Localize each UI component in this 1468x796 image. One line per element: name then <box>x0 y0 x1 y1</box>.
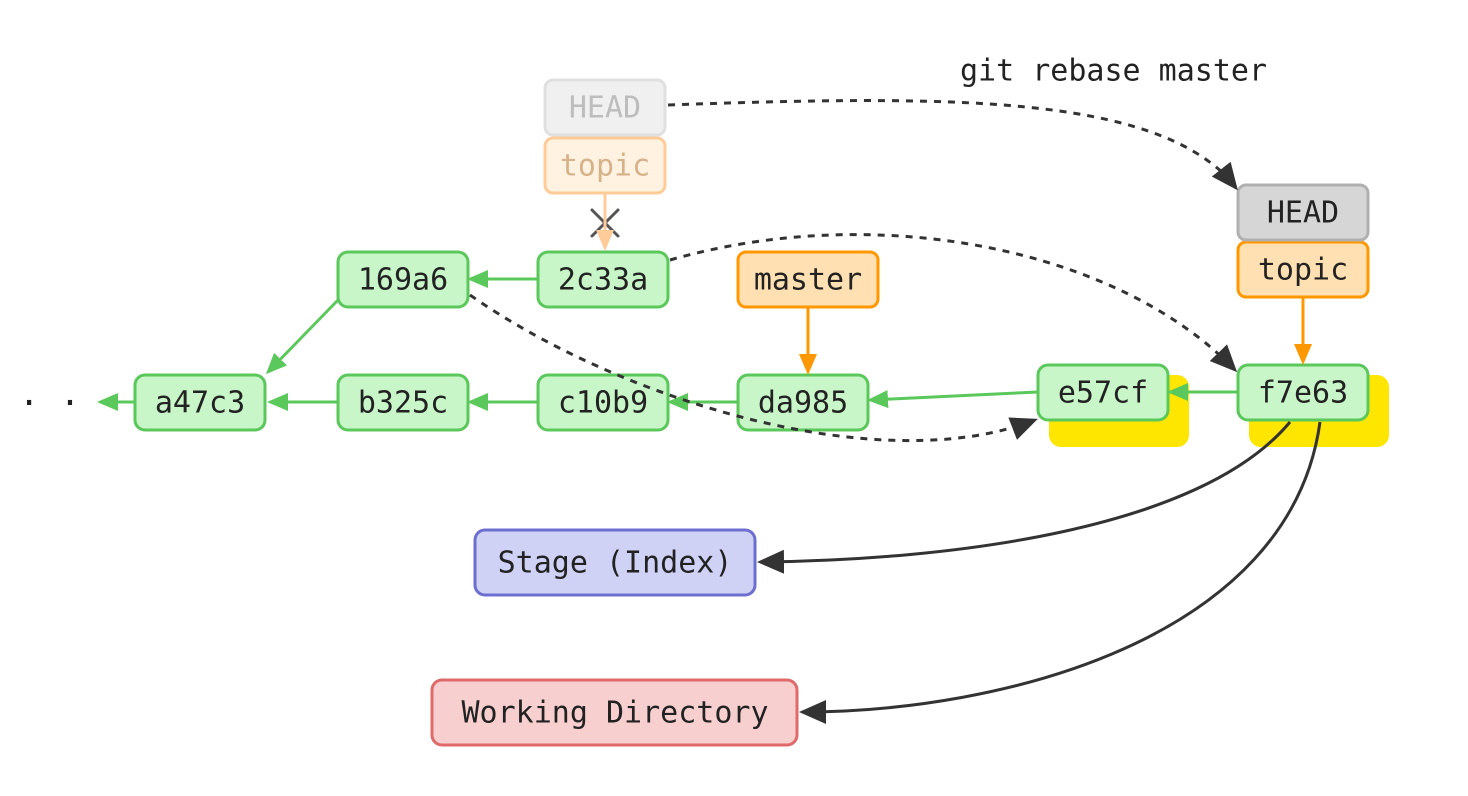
svg-text:HEAD: HEAD <box>569 91 641 126</box>
svg-text:da985: da985 <box>758 386 848 421</box>
svg-text:f7e63: f7e63 <box>1258 376 1348 411</box>
svg-text:topic: topic <box>1258 253 1348 288</box>
svg-text:c10b9: c10b9 <box>558 386 648 421</box>
svg-text:Working Directory: Working Directory <box>461 696 768 731</box>
arrow-169a6-to-b325c <box>268 300 338 372</box>
arrow-f7e63-to-stage <box>760 422 1290 562</box>
git-rebase-diagram: git rebase master · · · a47c3 b325c c10b… <box>0 0 1468 796</box>
svg-text:2c33a: 2c33a <box>558 263 648 298</box>
svg-text:HEAD: HEAD <box>1267 196 1339 231</box>
svg-text:a47c3: a47c3 <box>155 386 245 421</box>
command-label: git rebase master <box>960 54 1267 89</box>
svg-text:e57cf: e57cf <box>1058 376 1148 411</box>
svg-text:Stage (Index): Stage (Index) <box>498 546 733 581</box>
svg-text:169a6: 169a6 <box>358 263 448 298</box>
svg-text:topic: topic <box>560 149 650 184</box>
arrow-e57cf-to-da985 <box>870 392 1038 400</box>
svg-text:b325c: b325c <box>358 386 448 421</box>
svg-text:master: master <box>754 263 862 298</box>
dash-head-move <box>668 101 1230 180</box>
